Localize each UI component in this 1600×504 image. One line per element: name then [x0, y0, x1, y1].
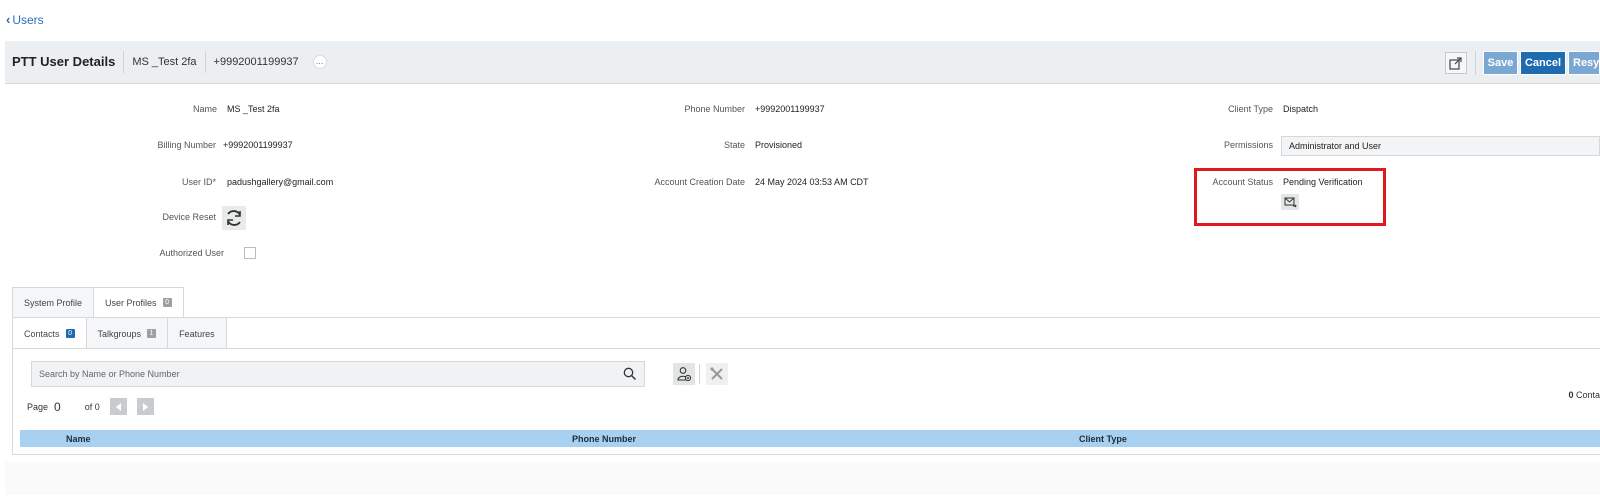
- count-badge: 0: [65, 329, 75, 338]
- state-label: State: [723, 140, 745, 150]
- client-type-label: Client Type: [1228, 104, 1273, 114]
- search-placeholder: Search by Name or Phone Number: [39, 369, 180, 379]
- tools-icon: [710, 367, 723, 380]
- more-options-icon[interactable]: ...: [312, 55, 327, 69]
- device-reset-label: Device Reset: [162, 212, 216, 222]
- account-creation-value: 24 May 2024 03:53 AM CDT: [755, 177, 869, 187]
- header-user-name: MS _Test 2fa: [124, 51, 206, 73]
- contacts-search-input[interactable]: Search by Name or Phone Number: [31, 361, 645, 387]
- resend-button[interactable]: Resy: [1568, 51, 1600, 75]
- billing-number-label: Billing Number: [157, 140, 216, 150]
- header-separator: [1475, 51, 1476, 75]
- account-creation-label: Account Creation Date: [654, 177, 745, 187]
- toolbar-separator: [699, 364, 700, 384]
- export-icon: [1449, 57, 1462, 70]
- profile-tabs: System Profile User Profiles 0: [12, 287, 184, 317]
- count-badge: 1: [147, 329, 157, 338]
- chevron-left-icon: ‹: [6, 12, 11, 27]
- user-details-form: Name MS _Test 2fa Billing Number +999200…: [0, 92, 1600, 272]
- previous-page-button[interactable]: [109, 398, 127, 415]
- page-number-input[interactable]: 0: [54, 400, 61, 414]
- name-label: Name: [192, 104, 217, 114]
- add-user-icon: [677, 367, 692, 382]
- sub-tabs: Contacts 0 Talkgroups 1 Features: [13, 318, 227, 349]
- tab-label: Talkgroups: [97, 328, 142, 339]
- tab-contacts[interactable]: Contacts 0: [13, 318, 87, 349]
- column-header-phone-number[interactable]: Phone Number: [572, 434, 636, 444]
- account-status-highlight: [1194, 168, 1386, 226]
- tab-talkgroups[interactable]: Talkgroups 1: [86, 318, 169, 349]
- cancel-button[interactable]: Cancel: [1520, 51, 1566, 75]
- column-header-client-type[interactable]: Client Type: [1079, 434, 1127, 444]
- user-id-label: User ID*: [181, 177, 216, 187]
- state-value: Provisioned: [755, 140, 803, 150]
- column-header-name[interactable]: Name: [66, 434, 91, 444]
- user-details-header: PTT User Details MS _Test 2fa +999200119…: [5, 41, 1600, 84]
- page-label: Page: [27, 401, 49, 412]
- header-actions: Save Cancel Resy: [1445, 51, 1600, 75]
- triangle-right-icon: [142, 402, 148, 411]
- user-profiles-panel: Contacts 0 Talkgroups 1 Features Search …: [12, 317, 1600, 455]
- count-badge: 0: [162, 298, 172, 307]
- tab-label: Features: [179, 328, 215, 339]
- tools-button[interactable]: [706, 363, 728, 385]
- pager: Page 0 of 0: [27, 398, 154, 415]
- device-reset-button[interactable]: [222, 206, 246, 230]
- user-id-value: padushgallery@gmail.com: [227, 177, 334, 187]
- save-button[interactable]: Save: [1483, 51, 1518, 75]
- tab-label: Contacts: [24, 328, 60, 339]
- tab-label: System Profile: [24, 297, 83, 308]
- next-page-button[interactable]: [136, 398, 154, 415]
- tab-user-profiles[interactable]: User Profiles 0: [94, 287, 184, 317]
- tab-features[interactable]: Features: [168, 318, 227, 349]
- phone-number-value: +9992001199937: [755, 104, 825, 114]
- contacts-count-label: Conta: [1575, 390, 1600, 400]
- footer-area: [5, 462, 1600, 495]
- page-title: PTT User Details: [5, 51, 125, 73]
- name-value: MS _Test 2fa: [227, 104, 280, 114]
- tab-system-profile[interactable]: System Profile: [12, 287, 95, 317]
- contacts-count: 0 Conta: [1568, 390, 1600, 400]
- refresh-icon: [227, 210, 241, 226]
- permissions-label: Permissions: [1223, 140, 1273, 150]
- contacts-table-header: Name Phone Number Client Type: [20, 430, 1600, 447]
- phone-number-label: Phone Number: [684, 104, 745, 114]
- authorized-user-label: Authorized User: [159, 248, 224, 258]
- page-total: of 0: [84, 401, 100, 412]
- contacts-count-value: 0: [1568, 390, 1574, 400]
- tab-label: User Profiles: [105, 297, 157, 308]
- billing-number-value: +9992001199937: [223, 140, 293, 150]
- back-link-label: Users: [12, 12, 44, 27]
- triangle-left-icon: [115, 402, 121, 411]
- client-type-value: Dispatch: [1283, 104, 1319, 114]
- permissions-select[interactable]: Administrator and User: [1281, 136, 1600, 156]
- export-button[interactable]: [1445, 52, 1467, 74]
- add-contact-button[interactable]: [673, 363, 695, 385]
- tab-divider: [13, 348, 1600, 349]
- authorized-user-checkbox[interactable]: [244, 247, 256, 259]
- search-icon[interactable]: [623, 367, 637, 381]
- header-user-phone: +9992001199937: [213, 56, 299, 68]
- back-to-users-link[interactable]: ‹ Users: [6, 12, 44, 27]
